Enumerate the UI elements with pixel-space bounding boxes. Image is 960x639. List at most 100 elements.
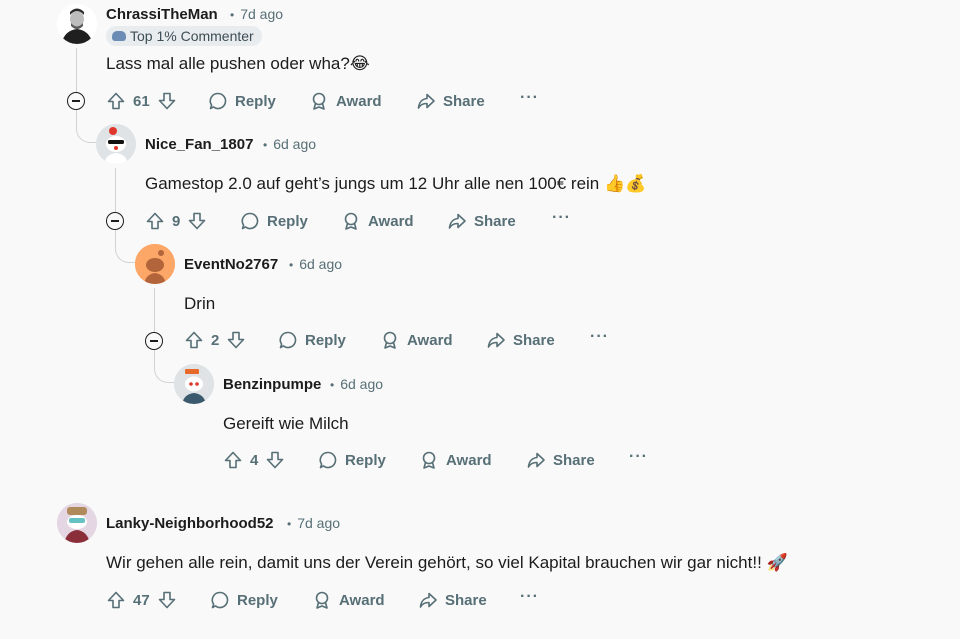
award-icon xyxy=(309,91,329,111)
flair-badge-icon xyxy=(112,31,126,41)
comment-actions: 9 Reply Award Share ··· xyxy=(145,209,595,233)
comment-actions: 2 Reply Award Share ··· xyxy=(184,328,634,352)
vote-group: 61 xyxy=(106,89,177,113)
thread-line xyxy=(115,168,116,212)
share-label: Share xyxy=(443,92,485,110)
more-options-icon[interactable]: ··· xyxy=(629,448,648,466)
avatar[interactable] xyxy=(96,124,136,164)
comment-actions: 61 Reply Award Share ··· xyxy=(106,89,556,113)
separator-dot: • xyxy=(289,258,294,272)
upvote-icon[interactable] xyxy=(145,211,165,231)
thread-line-branch xyxy=(154,350,177,383)
comment-body: Gereift wie Milch xyxy=(223,414,349,433)
upvote-icon[interactable] xyxy=(223,450,243,470)
reply-label: Reply xyxy=(235,92,276,110)
comment-timestamp: • 7d ago xyxy=(224,6,283,22)
share-arrow-icon xyxy=(416,91,436,111)
vote-group: 2 xyxy=(184,328,246,352)
downvote-icon[interactable] xyxy=(187,211,207,231)
upvote-icon[interactable] xyxy=(106,91,126,111)
award-button[interactable]: Award xyxy=(380,328,453,352)
comment-bubble-icon xyxy=(208,91,228,111)
collapse-thread-icon[interactable] xyxy=(106,212,124,230)
time-ago: 7d ago xyxy=(297,515,341,531)
reply-label: Reply xyxy=(267,212,308,230)
vote-group: 4 xyxy=(223,448,285,472)
comment-timestamp: • 6d ago xyxy=(257,136,316,152)
award-icon xyxy=(419,450,439,470)
share-button[interactable]: Share xyxy=(486,328,555,352)
reply-button[interactable]: Reply xyxy=(278,328,346,352)
share-button[interactable]: Share xyxy=(447,209,516,233)
comment-author[interactable]: EventNo2767 xyxy=(184,256,278,273)
more-options-icon[interactable]: ··· xyxy=(590,328,609,346)
avatar[interactable] xyxy=(57,503,97,543)
avatar[interactable] xyxy=(135,244,175,284)
award-label: Award xyxy=(339,591,385,609)
share-label: Share xyxy=(445,591,487,609)
avatar[interactable] xyxy=(174,364,214,404)
vote-group: 9 xyxy=(145,209,207,233)
award-button[interactable]: Award xyxy=(309,89,382,113)
share-label: Share xyxy=(553,451,595,469)
reply-button[interactable]: Reply xyxy=(208,89,276,113)
share-arrow-icon xyxy=(447,211,467,231)
share-button[interactable]: Share xyxy=(418,588,487,612)
more-options-icon[interactable]: ··· xyxy=(552,209,571,227)
comment-bubble-icon xyxy=(278,330,298,350)
downvote-icon[interactable] xyxy=(157,91,177,111)
downvote-icon[interactable] xyxy=(226,330,246,350)
award-label: Award xyxy=(407,331,453,349)
share-button[interactable]: Share xyxy=(526,448,595,472)
share-label: Share xyxy=(474,212,516,230)
award-button[interactable]: Award xyxy=(341,209,414,233)
collapse-thread-icon[interactable] xyxy=(67,92,85,110)
award-icon xyxy=(341,211,361,231)
comment-body: Lass mal alle pushen oder wha?😂 xyxy=(106,54,370,73)
more-options-icon[interactable]: ··· xyxy=(520,588,539,606)
separator-dot: • xyxy=(330,378,335,392)
comment-body: Drin xyxy=(184,294,216,313)
comment-bubble-icon xyxy=(318,450,338,470)
vote-group: 47 xyxy=(106,588,177,612)
more-options-icon[interactable]: ··· xyxy=(520,89,539,107)
comment-actions: 4 Reply Award Share ··· xyxy=(223,448,673,472)
thread-line-branch xyxy=(76,110,99,143)
comment-timestamp: • 6d ago xyxy=(283,256,342,272)
time-ago: 6d ago xyxy=(273,136,317,152)
reply-button[interactable]: Reply xyxy=(210,588,278,612)
comment-timestamp: • 6d ago xyxy=(324,376,383,392)
reply-button[interactable]: Reply xyxy=(240,209,308,233)
share-label: Share xyxy=(513,331,555,349)
separator-dot: • xyxy=(287,517,292,531)
reply-button[interactable]: Reply xyxy=(318,448,386,472)
vote-count: 2 xyxy=(211,331,220,349)
avatar[interactable] xyxy=(57,4,97,44)
comment-author[interactable]: Lanky-Neighborhood52 xyxy=(106,515,274,532)
time-ago: 6d ago xyxy=(340,376,384,392)
upvote-icon[interactable] xyxy=(106,590,126,610)
reply-label: Reply xyxy=(305,331,346,349)
comment-actions: 47 Reply Award Share ··· xyxy=(106,588,556,612)
award-button[interactable]: Award xyxy=(312,588,385,612)
comment-author[interactable]: Benzinpumpe xyxy=(223,376,321,393)
comment-author[interactable]: ChrassiTheMan xyxy=(106,6,218,23)
share-button[interactable]: Share xyxy=(416,89,485,113)
award-icon xyxy=(312,590,332,610)
comment-author[interactable]: Nice_Fan_1807 xyxy=(145,136,253,153)
vote-count: 9 xyxy=(172,212,181,230)
share-arrow-icon xyxy=(526,450,546,470)
time-ago: 7d ago xyxy=(240,6,284,22)
upvote-icon[interactable] xyxy=(184,330,204,350)
comment-body: Gamestop 2.0 auf geht’s jungs um 12 Uhr … xyxy=(145,174,647,193)
downvote-icon[interactable] xyxy=(265,450,285,470)
flair-text: Top 1% Commenter xyxy=(130,28,254,44)
comment-timestamp: • 7d ago xyxy=(281,515,340,531)
time-ago: 6d ago xyxy=(299,256,343,272)
comment-bubble-icon xyxy=(240,211,260,231)
comment-body: Wir gehen alle rein, damit uns der Verei… xyxy=(106,553,788,572)
vote-count: 61 xyxy=(133,92,150,110)
collapse-thread-icon[interactable] xyxy=(145,332,163,350)
downvote-icon[interactable] xyxy=(157,590,177,610)
award-button[interactable]: Award xyxy=(419,448,492,472)
